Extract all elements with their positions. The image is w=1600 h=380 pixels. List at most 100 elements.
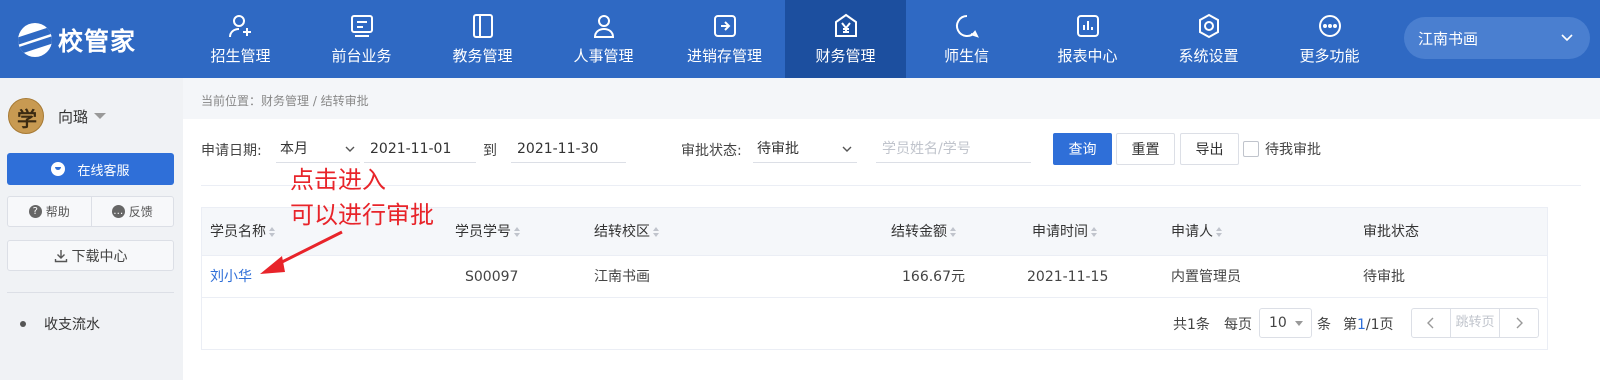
download-center-button[interactable]: 下载中心 [7,240,174,271]
caret-down-icon [1295,321,1303,326]
date-from-input[interactable]: 2021-11-01 [364,135,476,163]
campus-name: 江南书画 [1418,29,1479,48]
nav-item-messages[interactable]: 师生信 [906,0,1027,78]
sort-icon [1216,226,1223,238]
header-label: 申请人 [1171,224,1213,240]
more-icon [1318,14,1341,37]
yuan-icon [834,13,857,37]
user-menu[interactable]: 学 向璐 [8,98,107,134]
download-center-label: 下载中心 [71,248,128,265]
breadcrumb-bar: 当前位置：财务管理 / 结转审批 [183,78,1600,119]
apply-date-label: 申请日期: [201,143,262,159]
sidebar: 学 向璐 在线客服 ? 帮助 … 反馈 下载中心 收支流水 [0,78,183,380]
checkbox-box [1243,141,1259,157]
online-service-label: 在线客服 [77,163,130,179]
to-label: 到 [483,143,497,159]
date-to-input[interactable]: 2021-11-30 [511,135,626,163]
top-nav-bar: 校管家 招生管理 前台业务 教务管理 人事管理 进销存管理 财务管理 师生信 报… [0,0,1600,78]
feedback-label: 反馈 [128,205,153,219]
feedback-icon: … [111,205,125,218]
col-applicant[interactable]: 申请人 [1171,208,1223,256]
page-nav: 跳转页 [1411,308,1539,338]
annotation-line-2: 可以进行审批 [290,201,434,229]
smiley-icon [51,162,66,176]
chevron-left-icon [1427,317,1434,329]
inventory-icon [713,14,736,37]
reset-button[interactable]: 重置 [1116,133,1175,165]
current-page: 1 [1357,317,1366,333]
nav-item-inventory[interactable]: 进销存管理 [664,0,785,78]
nav-item-reports[interactable]: 报表中心 [1027,0,1148,78]
logo[interactable]: 校管家 [18,20,136,60]
nav-item-settings[interactable]: 系统设置 [1148,0,1269,78]
pending-mine-label: 待我审批 [1265,142,1321,158]
nav-item-finance[interactable]: 财务管理 [785,0,906,78]
period-select[interactable]: 本月 [276,135,360,163]
chevron-down-icon [345,146,355,152]
campus-cell: 江南书画 [594,269,650,285]
help-button[interactable]: ? 帮助 [8,197,91,226]
col-amount[interactable]: 结转金额 [891,208,957,256]
nav-item-front-desk[interactable]: 前台业务 [301,0,422,78]
nav-label: 师生信 [943,46,989,65]
online-service-button[interactable]: 在线客服 [7,153,174,185]
help-label: 帮助 [45,205,70,219]
settings-icon [1198,13,1219,38]
campus-select[interactable]: 江南书画 [1404,17,1590,59]
nav-item-hr[interactable]: 人事管理 [543,0,664,78]
sidebar-item-cashflow[interactable]: 收支流水 [20,314,100,334]
nav-item-enrollment[interactable]: 招生管理 [180,0,301,78]
nav-label: 教务管理 [452,46,513,65]
avatar-glyph: 学 [17,107,37,131]
status-cell: 待审批 [1363,269,1405,285]
unit-label: 条 [1317,317,1331,333]
download-icon [54,249,67,262]
nav-label: 财务管理 [815,46,876,65]
jump-page-input[interactable]: 跳转页 [1450,309,1500,337]
user-add-icon [228,14,251,37]
question-icon: ? [28,205,42,218]
page-size-select[interactable]: 10 [1259,308,1312,338]
apply-time-cell: 2021-11-15 [1027,269,1109,285]
user-name: 向璐 [58,107,89,126]
nav-label: 招生管理 [210,46,271,65]
col-student-name[interactable]: 学员名称 [210,208,276,256]
export-button[interactable]: 导出 [1180,133,1239,165]
nav-item-more[interactable]: 更多功能 [1269,0,1390,78]
header-label: 结转金额 [891,224,947,240]
sort-icon [653,226,660,238]
per-page-label: 每页 [1224,317,1252,333]
col-apply-time[interactable]: 申请时间 [1032,208,1098,256]
page-size-value: 10 [1269,315,1287,331]
query-button[interactable]: 查询 [1053,133,1112,165]
col-student-id[interactable]: 学员学号 [455,208,521,256]
chat-icon [955,14,979,38]
feedback-button[interactable]: … 反馈 [90,197,174,226]
student-name-link[interactable]: 刘小华 [210,256,252,298]
student-search-input[interactable]: 学员姓名/学号 [876,135,1031,163]
caret-down-icon [94,113,107,119]
col-campus[interactable]: 结转校区 [594,208,660,256]
logo-text: 校管家 [58,27,137,56]
sidebar-item-label: 收支流水 [44,317,100,333]
header-label: 学员名称 [210,224,266,240]
avatar: 学 [8,98,44,134]
pending-mine-checkbox[interactable]: 待我审批 [1243,139,1321,159]
period-value: 本月 [280,141,308,157]
nav-item-academic[interactable]: 教务管理 [422,0,543,78]
breadcrumb: 当前位置：财务管理 / 结转审批 [201,94,369,108]
student-id-cell: S00097 [465,269,519,285]
header-label: 申请时间 [1032,224,1088,240]
sort-icon [950,226,957,238]
person-icon [593,14,614,38]
chevron-right-icon [1516,317,1523,329]
chevron-down-icon [1561,34,1573,42]
next-page-button[interactable] [1500,309,1538,337]
pagination: 共1条 每页 10 条 第1/1页 跳转页 [202,298,1547,350]
help-feedback-row: ? 帮助 … 反馈 [7,196,174,227]
page-prefix: 第 [1343,317,1357,333]
nav-label: 系统设置 [1178,46,1239,65]
logo-icon [18,23,52,57]
status-select[interactable]: 待审批 [753,135,857,163]
prev-page-button[interactable] [1412,309,1450,337]
